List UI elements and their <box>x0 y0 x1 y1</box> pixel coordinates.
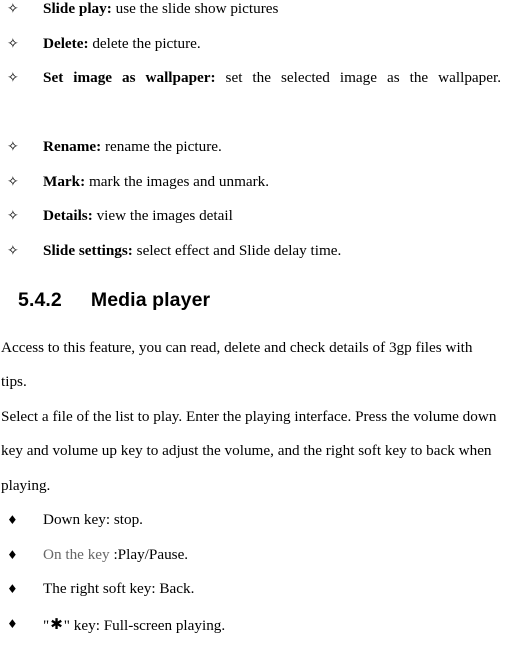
document-page: ✧ Slide play: use the slide show picture… <box>0 0 506 650</box>
list-item-muted-label: On the key <box>43 545 114 563</box>
hollow-four-point-star-bullet-icon: ✧ <box>7 139 19 155</box>
list-item: ✧ Slide settings: select effect and Slid… <box>0 234 506 269</box>
list-item: ♦ The right soft key: Back. <box>0 572 506 607</box>
list-item-term: Slide play: <box>43 0 112 17</box>
filled-diamond-bullet-icon: ♦ <box>7 582 18 596</box>
list-item: ♦ On the key :Play/Pause. <box>0 538 506 573</box>
filled-diamond-bullet-icon: ♦ <box>7 616 18 631</box>
list-item: ✧ Delete: delete the picture. <box>0 27 506 62</box>
hollow-four-point-star-bullet-icon: ✧ <box>7 35 19 52</box>
list-item-text: On the key :Play/Pause. <box>43 538 506 573</box>
list-item-label: The right soft key: Back. <box>43 580 195 597</box>
list-item-desc: set the selected image as the wallpaper. <box>215 69 501 86</box>
list-item-desc: select effect and Slide delay time. <box>132 241 342 259</box>
list-item-label: " key: Full-screen playing. <box>63 616 226 634</box>
list-item-term: Rename: <box>43 138 102 155</box>
list-item-desc: view the images detail <box>92 207 233 224</box>
section-heading: 5.4.2 Media player <box>0 268 506 311</box>
filled-diamond-bullet-icon: ♦ <box>7 513 18 527</box>
list-item-label: Down key: stop. <box>43 511 143 528</box>
list-item-label: :Play/Pause. <box>113 545 189 563</box>
hollow-four-point-star-bullet-icon: ✧ <box>7 242 19 259</box>
list-item-desc: delete the picture. <box>88 34 201 52</box>
list-item-text: Rename: rename the picture. <box>43 130 506 165</box>
list-item-text: Delete: delete the picture. <box>43 27 506 62</box>
section-title: Media player <box>90 289 211 311</box>
list-item-text: Set image as wallpaper: set the selected… <box>43 61 506 130</box>
list-item-text: Details: view the images detail <box>43 199 506 234</box>
hollow-four-point-star-bullet-icon: ✧ <box>7 70 19 86</box>
list-item: ✧ Set image as wallpaper: set the select… <box>0 61 506 130</box>
asterisk-key-icon: ✱ <box>50 614 63 633</box>
list-item-text: The right soft key: Back. <box>43 572 506 607</box>
list-item: ♦ "✱" key: Full-screen playing. <box>0 607 506 644</box>
list-item-text: "✱" key: Full-screen playing. <box>43 607 506 644</box>
list-item-term: Mark: <box>43 172 86 190</box>
section-number: 5.4.2 <box>18 289 62 311</box>
list-item-term: Slide settings: <box>43 241 133 259</box>
list-item-term: Set image as wallpaper: <box>43 69 216 86</box>
hollow-four-point-star-bullet-icon: ✧ <box>7 173 19 190</box>
list-item: ✧ Details: view the images detail <box>0 199 506 234</box>
list-item-term: Details: <box>43 207 93 224</box>
list-item-desc: rename the picture. <box>101 138 222 155</box>
list-item-desc: mark the images and unmark. <box>85 172 270 190</box>
list-item: ✧ Mark: mark the images and unmark. <box>0 165 506 200</box>
list-item: ♦ Down key: stop. <box>0 503 506 538</box>
list-item-text: Slide settings: select effect and Slide … <box>43 234 506 269</box>
paragraph-intro: Access to this feature, you can read, de… <box>1 338 473 391</box>
list-item-desc: use the slide show pictures <box>111 0 279 17</box>
list-item-text: Slide play: use the slide show pictures <box>43 0 506 27</box>
list-item: ✧ Slide play: use the slide show picture… <box>0 0 506 27</box>
picture-options-list: ✧ Slide play: use the slide show picture… <box>0 0 506 268</box>
hollow-four-point-star-bullet-icon: ✧ <box>7 208 19 224</box>
filled-diamond-bullet-icon: ♦ <box>7 547 18 562</box>
list-item-text: Down key: stop. <box>43 503 506 538</box>
list-item-term: Delete: <box>43 34 89 52</box>
paragraph-playback: Select a file of the list to play. Enter… <box>1 407 497 494</box>
hollow-four-point-star-bullet-icon: ✧ <box>7 1 19 17</box>
key-controls-list: ♦ Down key: stop. ♦ On the key :Play/Pau… <box>0 503 506 643</box>
list-item-text: Mark: mark the images and unmark. <box>43 165 506 200</box>
list-item: ✧ Rename: rename the picture. <box>0 130 506 165</box>
